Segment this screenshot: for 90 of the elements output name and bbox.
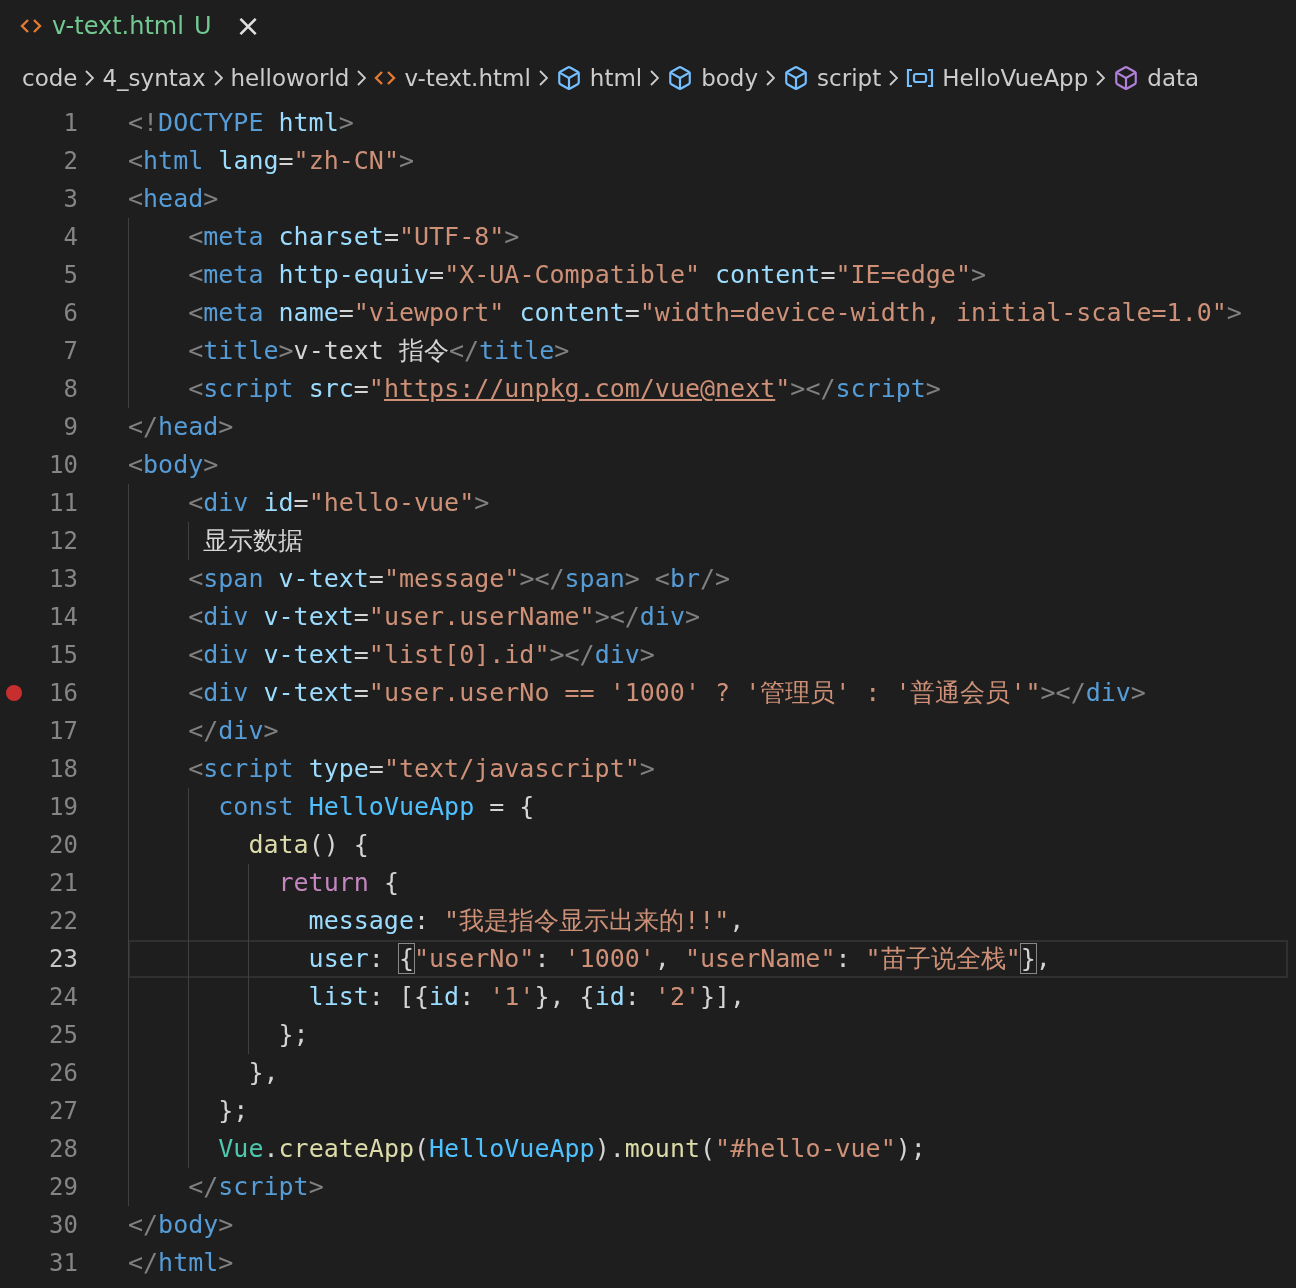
code-line: Vue.createApp(HelloVueApp).mount("#hello-vue"); bbox=[128, 1130, 1288, 1168]
cube-icon bbox=[1113, 65, 1140, 91]
line-number: 22 bbox=[48, 907, 78, 935]
code-line: return { bbox=[128, 864, 1288, 902]
code-line: }; bbox=[128, 1092, 1288, 1130]
code-line: <body> bbox=[128, 449, 220, 481]
code-line: }, bbox=[128, 1054, 1288, 1092]
breakpoint-dot[interactable] bbox=[6, 685, 22, 701]
code-line: </script> bbox=[128, 1168, 1288, 1206]
line-number: 4 bbox=[62, 223, 78, 251]
code-line: <span v-text="message"></span> <br/> bbox=[128, 560, 1288, 598]
breadcrumb-item[interactable]: data bbox=[1147, 65, 1200, 91]
code-line: </head> bbox=[128, 411, 235, 443]
line-number: 27 bbox=[48, 1097, 78, 1125]
code-line: <meta http-equiv="X-UA-Compatible" content="IE=edge"> bbox=[128, 256, 1288, 294]
code-line: <meta charset="UTF-8"> bbox=[128, 218, 1288, 256]
chevron-right-icon bbox=[357, 70, 367, 86]
line-number: 14 bbox=[48, 603, 78, 631]
code-line: <!DOCTYPE html> bbox=[128, 107, 355, 139]
breadcrumb-item[interactable]: body bbox=[701, 65, 759, 91]
tab-label: v-text.html bbox=[52, 12, 184, 40]
code-line: <div id="hello-vue"> bbox=[128, 484, 1288, 522]
line-number: 2 bbox=[62, 147, 78, 175]
code-line: list: [{id: '1'}, {id: '2'}], bbox=[128, 978, 1288, 1016]
cube-icon bbox=[783, 65, 810, 91]
line-number: 26 bbox=[48, 1059, 78, 1087]
code-line: </body> bbox=[128, 1209, 235, 1241]
breadcrumb-item[interactable]: code bbox=[22, 65, 78, 91]
line-number: 16 bbox=[48, 679, 78, 707]
line-number: 25 bbox=[48, 1021, 78, 1049]
breadcrumb-item[interactable]: HelloVueApp bbox=[942, 65, 1089, 91]
breadcrumb-item[interactable]: html bbox=[589, 65, 643, 91]
line-number: 24 bbox=[48, 983, 78, 1011]
chevron-right-icon bbox=[1096, 70, 1106, 86]
code-line: <script src="https://unpkg.com/vue@next"></script> bbox=[128, 370, 1288, 408]
cube-icon bbox=[555, 65, 582, 91]
code-brackets-icon bbox=[374, 70, 397, 86]
line-number: 5 bbox=[62, 261, 78, 289]
line-number: 19 bbox=[48, 793, 78, 821]
line-number: 29 bbox=[48, 1173, 78, 1201]
line-number: 10 bbox=[48, 451, 78, 479]
chevron-right-icon bbox=[538, 70, 548, 86]
code-line: <html lang="zh-CN"> bbox=[128, 145, 416, 177]
line-number: 11 bbox=[48, 489, 78, 517]
code-line: 显示数据 bbox=[128, 522, 1288, 560]
breadcrumb-item[interactable]: 4_syntax bbox=[102, 65, 206, 91]
cube-icon bbox=[667, 65, 694, 91]
code-line: <title>v-text 指令</title> bbox=[128, 332, 1288, 370]
line-number: 12 bbox=[48, 527, 78, 555]
line-number: 1 bbox=[62, 109, 78, 137]
code-line: user: {"userNo": '1000', "userName": "苗子说全栈"}, bbox=[128, 940, 1288, 978]
breadcrumb-item[interactable]: script bbox=[817, 65, 882, 91]
line-number: 8 bbox=[62, 375, 78, 403]
breadcrumb-item[interactable]: v-text.html bbox=[404, 65, 531, 91]
line-number: 6 bbox=[62, 299, 78, 327]
untracked-status: U bbox=[193, 12, 212, 40]
close-button[interactable]: × bbox=[229, 11, 267, 41]
line-number: 30 bbox=[48, 1211, 78, 1239]
code-line: <meta name="viewport" content="width=device-width, initial-scale=1.0"> bbox=[128, 294, 1288, 332]
line-number: 20 bbox=[48, 831, 78, 859]
line-number: 17 bbox=[48, 717, 78, 745]
code-line: message: "我是指令显示出来的!!", bbox=[128, 902, 1288, 940]
code-line: <script type="text/javascript"> bbox=[128, 750, 1288, 788]
code-line: }; bbox=[128, 1016, 1288, 1054]
code-line: data() { bbox=[128, 826, 1288, 864]
line-number: 9 bbox=[62, 413, 78, 441]
code-line: </html> bbox=[128, 1247, 235, 1279]
line-number: 31 bbox=[48, 1249, 78, 1277]
line-number: 7 bbox=[62, 337, 78, 365]
chevron-right-icon bbox=[85, 70, 95, 86]
line-number: 23 bbox=[48, 945, 78, 973]
line-number: 21 bbox=[48, 869, 78, 897]
chevron-right-icon bbox=[650, 70, 660, 86]
line-number: 15 bbox=[48, 641, 78, 669]
line-number: 3 bbox=[62, 185, 78, 213]
code-line: <div v-text="user.userName"></div> bbox=[128, 598, 1288, 636]
line-number: 18 bbox=[48, 755, 78, 783]
chevron-right-icon bbox=[766, 70, 776, 86]
line-number: 28 bbox=[48, 1135, 78, 1163]
line-number: 13 bbox=[48, 565, 78, 593]
chevron-right-icon bbox=[213, 70, 223, 86]
code-line: </div> bbox=[128, 712, 1288, 750]
code-line: <head> bbox=[128, 183, 220, 215]
code-line: <div v-text="user.userNo == '1000' ? '管理员' : '普通会员'"></div> bbox=[128, 674, 1288, 712]
code-brackets-icon bbox=[20, 18, 42, 34]
variable-icon bbox=[906, 68, 935, 88]
code-line: const HelloVueApp = { bbox=[128, 788, 1288, 826]
code-line: <div v-text="list[0].id"></div> bbox=[128, 636, 1288, 674]
breadcrumb-item[interactable]: helloworld bbox=[230, 65, 350, 91]
chevron-right-icon bbox=[889, 70, 899, 86]
